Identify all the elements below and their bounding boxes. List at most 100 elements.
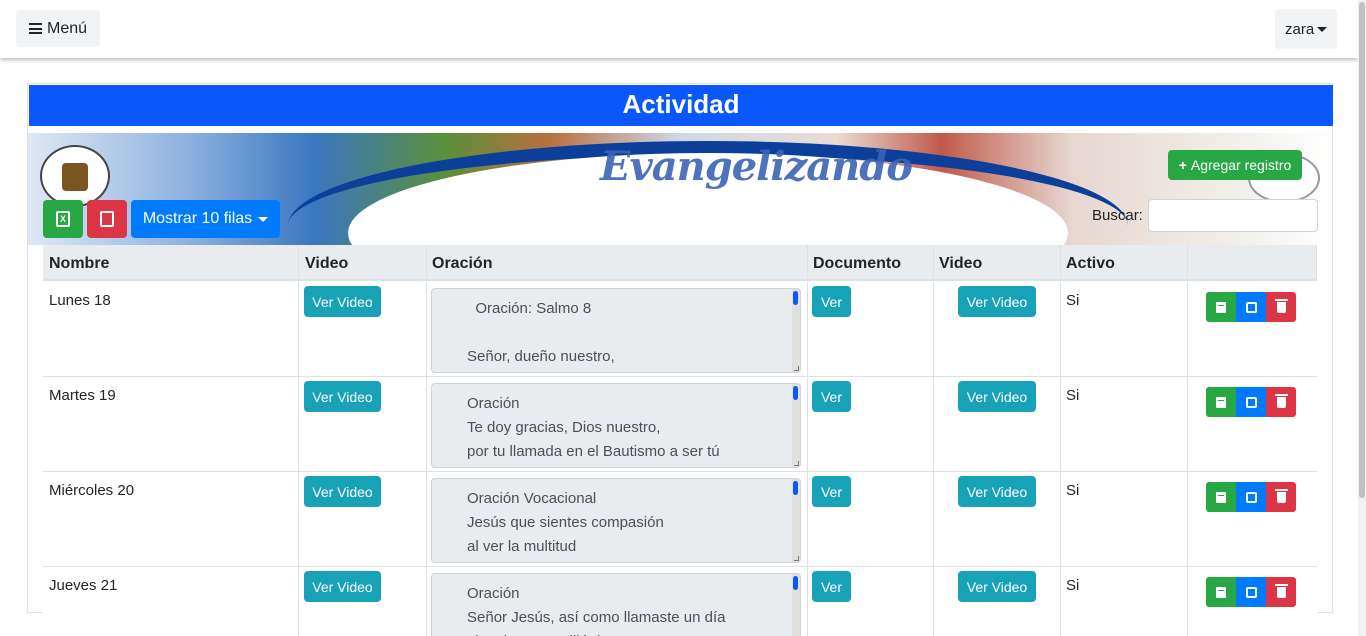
cell-documento: Ver xyxy=(807,567,934,636)
cell-nombre: Miércoles 20 xyxy=(43,472,299,567)
cell-oracion: Oración Te doy gracias, Dios nuestro, po… xyxy=(426,377,808,472)
export-pdf-button[interactable] xyxy=(87,200,127,238)
table-row: Jueves 21 Ver Video Oración Señor Jesús, a… xyxy=(43,567,1317,636)
prayer-textarea[interactable]: Oración Vocacional Jesús que sientes com… xyxy=(431,478,801,563)
view-document-button[interactable]: Ver xyxy=(812,286,851,317)
details-button[interactable] xyxy=(1206,482,1236,512)
cell-documento: Ver xyxy=(807,377,934,472)
edit-button[interactable] xyxy=(1236,387,1266,417)
cell-nombre: Lunes 18 xyxy=(43,282,299,377)
cell-video: Ver Video xyxy=(299,567,427,636)
delete-button[interactable] xyxy=(1266,387,1296,417)
header-video[interactable]: Video xyxy=(299,245,427,281)
view-video-2-button[interactable]: Ver Video xyxy=(958,476,1036,507)
file-pdf-icon xyxy=(100,211,114,227)
view-video-button[interactable]: Ver Video xyxy=(304,381,381,412)
details-button[interactable] xyxy=(1206,577,1236,607)
view-video-button[interactable]: Ver Video xyxy=(304,476,381,507)
cell-actions xyxy=(1188,282,1317,377)
view-video-button[interactable]: Ver Video xyxy=(304,571,381,602)
user-dropdown[interactable]: zara xyxy=(1275,9,1338,49)
row-name: Lunes 18 xyxy=(49,292,111,309)
view-document-button[interactable]: Ver xyxy=(812,476,851,507)
trash-icon xyxy=(1274,488,1288,503)
rows-per-page-label: Mostrar 10 filas xyxy=(142,210,253,227)
view-video-button[interactable]: Ver Video xyxy=(304,286,381,317)
header-oracion[interactable]: Oración xyxy=(426,245,808,281)
cell-video-2: Ver Video xyxy=(933,377,1061,472)
export-excel-button[interactable]: X xyxy=(43,200,83,238)
active-status: Si xyxy=(1066,292,1080,309)
edit-button[interactable] xyxy=(1236,577,1266,607)
banner-brand: Evangelizando xyxy=(600,143,913,190)
page-scrollbar[interactable] xyxy=(1358,0,1366,636)
edit-button[interactable] xyxy=(1236,292,1266,322)
delete-button[interactable] xyxy=(1266,292,1296,322)
details-button[interactable] xyxy=(1206,387,1236,417)
table-row: Martes 19 Ver Video Oración Te doy gracias… xyxy=(43,377,1317,472)
book-icon xyxy=(1216,491,1226,503)
cell-documento: Ver xyxy=(807,472,934,567)
cell-oracion: Oración Señor Jesús, así como llamaste u… xyxy=(426,567,808,636)
resize-grip-icon[interactable] xyxy=(794,556,799,561)
cell-video-2: Ver Video xyxy=(933,282,1061,377)
prayer-text: Oración Señor Jesús, así como llamaste u… xyxy=(467,585,726,636)
edit-icon xyxy=(1245,491,1257,503)
table-header: Nombre Video Oración Documento Video Act… xyxy=(43,245,1317,281)
textarea-scrollbar[interactable] xyxy=(792,479,800,562)
prayer-textarea[interactable]: Oración Señor Jesús, así como llamaste u… xyxy=(431,573,801,636)
view-document-button[interactable]: Ver xyxy=(812,381,851,412)
resize-grip-icon[interactable] xyxy=(794,461,799,466)
cell-video-2: Ver Video xyxy=(933,472,1061,567)
details-button[interactable] xyxy=(1206,292,1236,322)
header-documento[interactable]: Documento xyxy=(807,245,934,281)
top-navbar: Menú zara xyxy=(0,0,1358,58)
header-nombre[interactable]: Nombre xyxy=(43,245,299,281)
caret-down-icon xyxy=(258,216,269,222)
plus-icon: + xyxy=(1178,157,1187,173)
file-excel-icon: X xyxy=(56,211,70,227)
delete-button[interactable] xyxy=(1266,577,1296,607)
menu-button[interactable]: Menú xyxy=(16,10,101,47)
view-video-2-button[interactable]: Ver Video xyxy=(958,286,1036,317)
resize-grip-icon[interactable] xyxy=(794,366,799,371)
textarea-scrollbar[interactable] xyxy=(792,289,800,372)
row-name: Miércoles 20 xyxy=(49,482,135,499)
cell-activo: Si xyxy=(1060,377,1188,472)
cell-activo: Si xyxy=(1060,567,1188,636)
textarea-scrollbar[interactable] xyxy=(792,384,800,467)
cell-video: Ver Video xyxy=(299,377,427,472)
table-row: Miércoles 20 Ver Video Oración Vocacional … xyxy=(43,472,1317,567)
search-label: Buscar: xyxy=(1092,207,1143,224)
view-document-button[interactable]: Ver xyxy=(812,571,851,602)
prayer-textarea[interactable]: Oración Te doy gracias, Dios nuestro, po… xyxy=(431,383,801,468)
view-video-2-button[interactable]: Ver Video xyxy=(958,381,1036,412)
rows-per-page-dropdown[interactable]: Mostrar 10 filas xyxy=(131,200,280,238)
delete-button[interactable] xyxy=(1266,482,1296,512)
prayer-textarea[interactable]: Oración: Salmo 8 Señor, dueño nuestro, xyxy=(431,288,801,373)
edit-icon xyxy=(1245,396,1257,408)
active-status: Si xyxy=(1066,482,1080,499)
header-activo[interactable]: Activo xyxy=(1060,245,1188,281)
cell-actions xyxy=(1188,472,1317,567)
add-record-button[interactable]: + Agregar registro xyxy=(1168,150,1302,180)
scrollbar-thumb[interactable] xyxy=(1359,2,1365,498)
view-video-2-button[interactable]: Ver Video xyxy=(958,571,1036,602)
header-actions xyxy=(1188,245,1317,281)
cell-video: Ver Video xyxy=(299,282,427,377)
book-icon xyxy=(1216,301,1226,313)
prayer-text: Oración Te doy gracias, Dios nuestro, po… xyxy=(467,395,720,460)
search-input[interactable] xyxy=(1148,199,1318,232)
trash-icon xyxy=(1274,583,1288,598)
cell-actions xyxy=(1188,377,1317,472)
edit-button[interactable] xyxy=(1236,482,1266,512)
cell-video: Ver Video xyxy=(299,472,427,567)
prayer-text: Oración: Salmo 8 Señor, dueño nuestro, xyxy=(467,300,615,365)
table-row: Lunes 18 Ver Video Oración: Salmo 8 Señor… xyxy=(43,282,1317,377)
header-video-2[interactable]: Video xyxy=(933,245,1061,281)
add-record-label: Agregar registro xyxy=(1190,157,1292,173)
cell-oracion: Oración: Salmo 8 Señor, dueño nuestro, xyxy=(426,282,808,377)
textarea-scrollbar[interactable] xyxy=(792,574,800,636)
edit-icon xyxy=(1245,586,1257,598)
card-title: Actividad xyxy=(29,85,1333,126)
